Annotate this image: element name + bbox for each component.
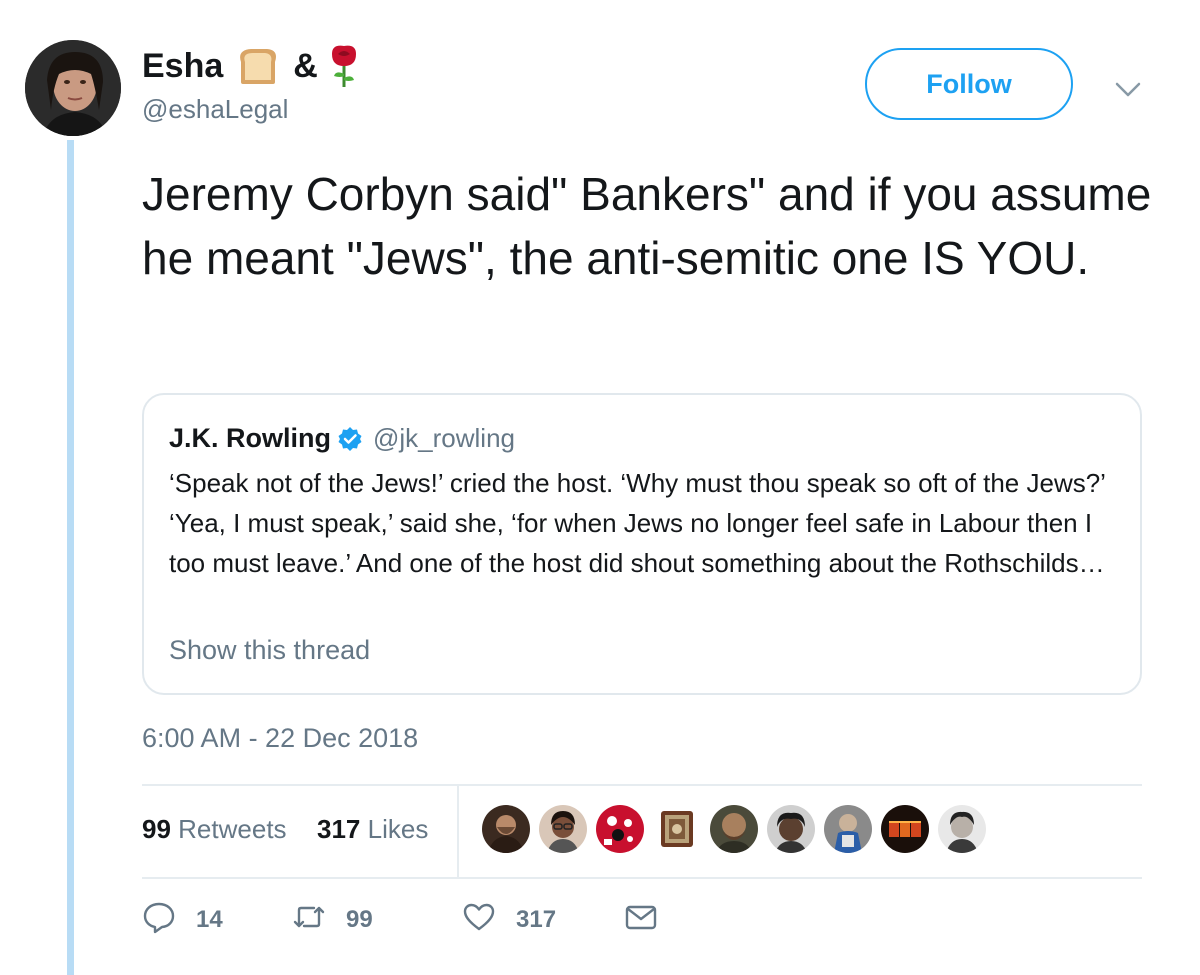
rose-emoji-icon — [328, 44, 360, 88]
quoted-author-handle: @jk_rowling — [373, 423, 515, 453]
like-count: 317 — [516, 905, 557, 933]
quoted-author-name: J.K. Rowling — [169, 423, 331, 453]
chevron-down-icon[interactable] — [1112, 78, 1144, 102]
retweet-icon — [292, 900, 326, 939]
heart-icon — [462, 900, 496, 939]
retweet-count: 99 — [346, 905, 373, 933]
stats-divider — [457, 786, 459, 878]
follow-button[interactable]: Follow — [865, 48, 1073, 120]
show-thread-link[interactable]: Show this thread — [169, 635, 370, 666]
liker-avatar[interactable] — [767, 805, 815, 853]
reply-count: 14 — [196, 905, 223, 933]
envelope-icon — [624, 900, 658, 939]
liker-avatar[interactable] — [824, 805, 872, 853]
liker-avatar[interactable] — [938, 805, 986, 853]
tweet-text: Jeremy Corbyn said" Bankers" and if you … — [142, 168, 1152, 284]
liker-avatar[interactable] — [482, 805, 530, 853]
author-handle[interactable]: @eshaLegal — [142, 94, 288, 125]
likes-count: 317 — [317, 814, 361, 844]
liker-avatar[interactable] — [596, 805, 644, 853]
direct-message-button[interactable] — [624, 900, 658, 939]
retweet-button[interactable]: 99 — [292, 900, 373, 939]
verified-badge-icon — [337, 426, 363, 452]
author-name-text: Esha — [142, 46, 224, 85]
reply-button[interactable]: 14 — [142, 900, 223, 939]
likes-stat[interactable]: 317 Likes — [317, 814, 428, 844]
likes-label: Likes — [367, 814, 429, 844]
divider-bottom — [142, 877, 1142, 879]
tweet-timestamp[interactable]: 6:00 AM - 22 Dec 2018 — [142, 723, 418, 754]
retweets-label: Retweets — [178, 814, 287, 844]
liker-avatar[interactable] — [539, 805, 587, 853]
retweets-count: 99 — [142, 814, 171, 844]
reply-icon — [142, 900, 176, 939]
author-display-name[interactable]: Esha & — [142, 44, 360, 88]
tweet-actions: 14 99 317 — [142, 900, 702, 944]
thread-connector-line — [67, 140, 74, 975]
divider-top — [142, 784, 1142, 786]
author-avatar[interactable] — [25, 40, 121, 136]
liker-avatars — [482, 805, 995, 853]
retweets-stat[interactable]: 99 Retweets — [142, 814, 287, 844]
quoted-tweet-card[interactable]: J.K. Rowling @jk_rowling ‘Speak not of t… — [142, 393, 1142, 695]
quoted-tweet-header: J.K. Rowling @jk_rowling — [169, 423, 515, 454]
name-separator: & — [293, 46, 318, 85]
like-button[interactable]: 317 — [462, 900, 556, 939]
liker-avatar[interactable] — [881, 805, 929, 853]
bread-emoji-icon — [235, 46, 281, 86]
liker-avatar[interactable] — [653, 805, 701, 853]
engagement-stats: 99 Retweets 317 Likes — [142, 814, 428, 845]
liker-avatar[interactable] — [710, 805, 758, 853]
quoted-tweet-text: ‘Speak not of the Jews!’ cried the host.… — [169, 468, 1105, 578]
